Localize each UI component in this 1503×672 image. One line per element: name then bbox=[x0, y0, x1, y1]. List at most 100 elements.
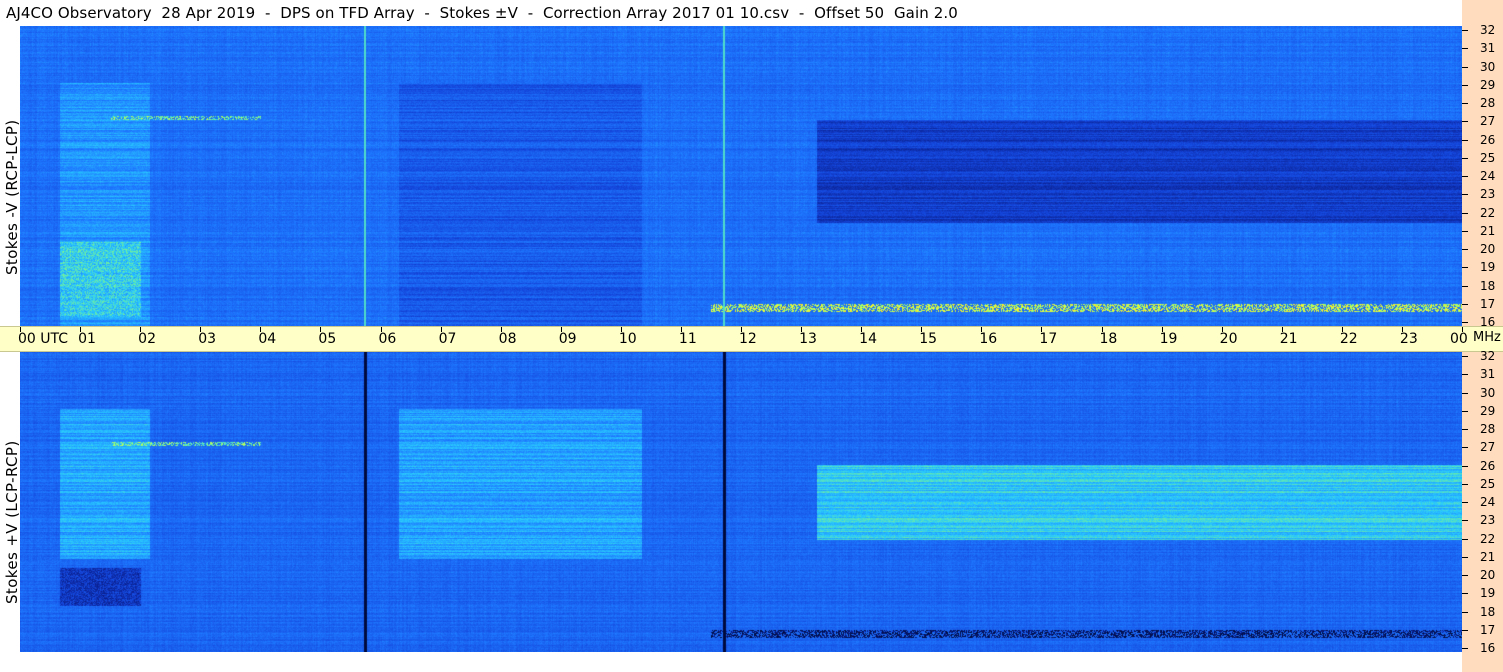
frequency-tick-label: 28 bbox=[1480, 96, 1496, 110]
frequency-ticks-bottom: 32 31 30 29 28 27 26 25 24 23 22 21 20 19 18 17 16 bbox=[1462, 349, 1503, 655]
time-tick-label: 14 bbox=[859, 331, 877, 347]
frequency-tick-mark bbox=[1462, 356, 1468, 357]
frequency-tick-mark bbox=[1462, 593, 1468, 595]
stokes-plus-v-label: Stokes +V (LCP-RCP) bbox=[3, 440, 21, 604]
time-tick-label: 16 bbox=[979, 331, 998, 347]
frequency-tick-label: 19 bbox=[1480, 586, 1496, 601]
stokes-minus-v-label: Stokes -V (RCP-LCP) bbox=[3, 119, 21, 275]
frequency-tick-mark bbox=[1462, 48, 1468, 50]
time-tick-label: 15 bbox=[919, 331, 938, 347]
time-tick-label: 17 bbox=[1039, 331, 1058, 347]
frequency-tick-label: 25 bbox=[1480, 476, 1496, 491]
frequency-tick-mark bbox=[1462, 611, 1468, 613]
frequency-tick-label: 20 bbox=[1480, 242, 1496, 256]
frequency-tick-label: 24 bbox=[1480, 495, 1496, 509]
frequency-tick-label: 26 bbox=[1480, 458, 1496, 473]
frequency-tick-mark bbox=[1462, 322, 1468, 323]
frequency-tick-mark bbox=[1462, 230, 1468, 232]
time-tick-label: 06 bbox=[378, 331, 397, 347]
frequency-tick-mark bbox=[1462, 520, 1468, 522]
frequency-tick-label: 25 bbox=[1480, 150, 1496, 165]
chart-title: AJ4CO Observatory 28 Apr 2019 - DPS on T… bbox=[6, 4, 958, 22]
frequency-tick-label: 26 bbox=[1480, 132, 1496, 147]
time-tick-label: 20 bbox=[1219, 331, 1238, 347]
frequency-tick-mark bbox=[1462, 556, 1468, 558]
time-axis: 00 UTC 01 02 03 04 05 06 07 08 09 10 11 12 13 14 15 16 17… bbox=[0, 326, 1503, 352]
frequency-tick-mark bbox=[1462, 103, 1468, 104]
stokes-minus-v-spectrogram bbox=[20, 26, 1462, 326]
time-tick-label: 02 bbox=[138, 331, 156, 347]
frequency-tick-mark bbox=[1462, 267, 1468, 269]
frequency-tick-mark bbox=[1462, 194, 1468, 196]
time-tick-label: 09 bbox=[558, 331, 577, 347]
frequency-tick-label: 19 bbox=[1480, 260, 1496, 275]
frequency-tick-label: 30 bbox=[1480, 385, 1496, 400]
time-tick-label: 04 bbox=[258, 331, 277, 347]
time-tick-label: 01 bbox=[78, 331, 96, 347]
frequency-tick-mark bbox=[1462, 575, 1468, 576]
frequency-tick-mark bbox=[1462, 648, 1468, 649]
frequency-tick-label: 20 bbox=[1480, 568, 1496, 582]
time-tick-label: 05 bbox=[318, 331, 337, 347]
frequency-tick-label: 27 bbox=[1480, 114, 1496, 129]
frequency-tick-label: 16 bbox=[1480, 641, 1496, 655]
frequency-tick-mark bbox=[1462, 465, 1468, 467]
frequency-tick-label: 17 bbox=[1480, 296, 1496, 311]
frequency-tick-label: 18 bbox=[1480, 278, 1496, 293]
frequency-tick-mark bbox=[1462, 121, 1468, 123]
frequency-tick-mark bbox=[1462, 629, 1468, 631]
stokes-plus-v-panel bbox=[20, 352, 1462, 652]
frequency-tick-label: 23 bbox=[1480, 187, 1496, 202]
frequency-tick-label: 32 bbox=[1480, 23, 1496, 37]
frequency-tick-mark bbox=[1462, 483, 1468, 485]
frequency-tick-mark bbox=[1462, 374, 1468, 376]
frequency-tick-mark bbox=[1462, 212, 1468, 214]
frequency-tick-label: 29 bbox=[1480, 403, 1496, 418]
frequency-tick-mark bbox=[1462, 429, 1468, 430]
stokes-plus-v-spectrogram bbox=[20, 352, 1462, 652]
frequency-ticks-top: 32 31 30 29 28 27 26 25 24 23 22 21 20 19 18 17 16 bbox=[1462, 23, 1503, 329]
frequency-tick-label: 22 bbox=[1480, 205, 1496, 220]
frequency-tick-mark bbox=[1462, 502, 1468, 503]
frequency-tick-label: 18 bbox=[1480, 604, 1496, 619]
stokes-minus-v-panel bbox=[20, 26, 1462, 326]
time-tick-label: 00 bbox=[1450, 331, 1468, 347]
frequency-tick-mark bbox=[1462, 176, 1468, 177]
frequency-tick-mark bbox=[1462, 249, 1468, 250]
time-tick-label: 10 bbox=[618, 331, 637, 347]
frequency-tick-label: 21 bbox=[1480, 549, 1496, 564]
frequency-unit: MHz bbox=[1473, 330, 1501, 345]
time-tick-label: 19 bbox=[1159, 331, 1178, 347]
frequency-tick-label: 28 bbox=[1480, 422, 1496, 436]
frequency-tick-label: 22 bbox=[1480, 531, 1496, 546]
frequency-tick-mark bbox=[1462, 447, 1468, 449]
frequency-tick-label: 23 bbox=[1480, 513, 1496, 528]
frequency-tick-mark bbox=[1462, 538, 1468, 540]
time-tick-label: 21 bbox=[1279, 331, 1298, 347]
time-tick-label: 00 UTC bbox=[18, 331, 69, 347]
time-tick-label: 23 bbox=[1399, 331, 1418, 347]
time-tick-label: 08 bbox=[498, 331, 517, 347]
frequency-tick-label: 32 bbox=[1480, 349, 1496, 363]
frequency-tick-mark bbox=[1462, 139, 1468, 141]
frequency-tick-mark bbox=[1462, 285, 1468, 287]
frequency-tick-label: 31 bbox=[1480, 41, 1496, 56]
frequency-tick-label: 24 bbox=[1480, 169, 1496, 183]
frequency-tick-mark bbox=[1462, 157, 1468, 159]
frequency-tick-label: 29 bbox=[1480, 77, 1496, 92]
frequency-tick-mark bbox=[1462, 410, 1468, 412]
time-tick-label: 11 bbox=[678, 331, 697, 347]
time-tick-label: 07 bbox=[438, 331, 457, 347]
frequency-tick-label: 30 bbox=[1480, 59, 1496, 74]
time-tick-label: 13 bbox=[799, 331, 817, 347]
frequency-tick-label: 21 bbox=[1480, 223, 1496, 238]
time-tick-label: 22 bbox=[1339, 331, 1358, 347]
frequency-tick-mark bbox=[1462, 392, 1468, 394]
time-tick-label: 12 bbox=[739, 331, 757, 347]
frequency-tick-mark bbox=[1462, 30, 1468, 31]
frequency-tick-label: 27 bbox=[1480, 440, 1496, 455]
frequency-tick-label: 31 bbox=[1480, 367, 1496, 382]
frequency-tick-label: 17 bbox=[1480, 622, 1496, 637]
frequency-tick-mark bbox=[1462, 66, 1468, 68]
frequency-tick-mark bbox=[1462, 84, 1468, 86]
